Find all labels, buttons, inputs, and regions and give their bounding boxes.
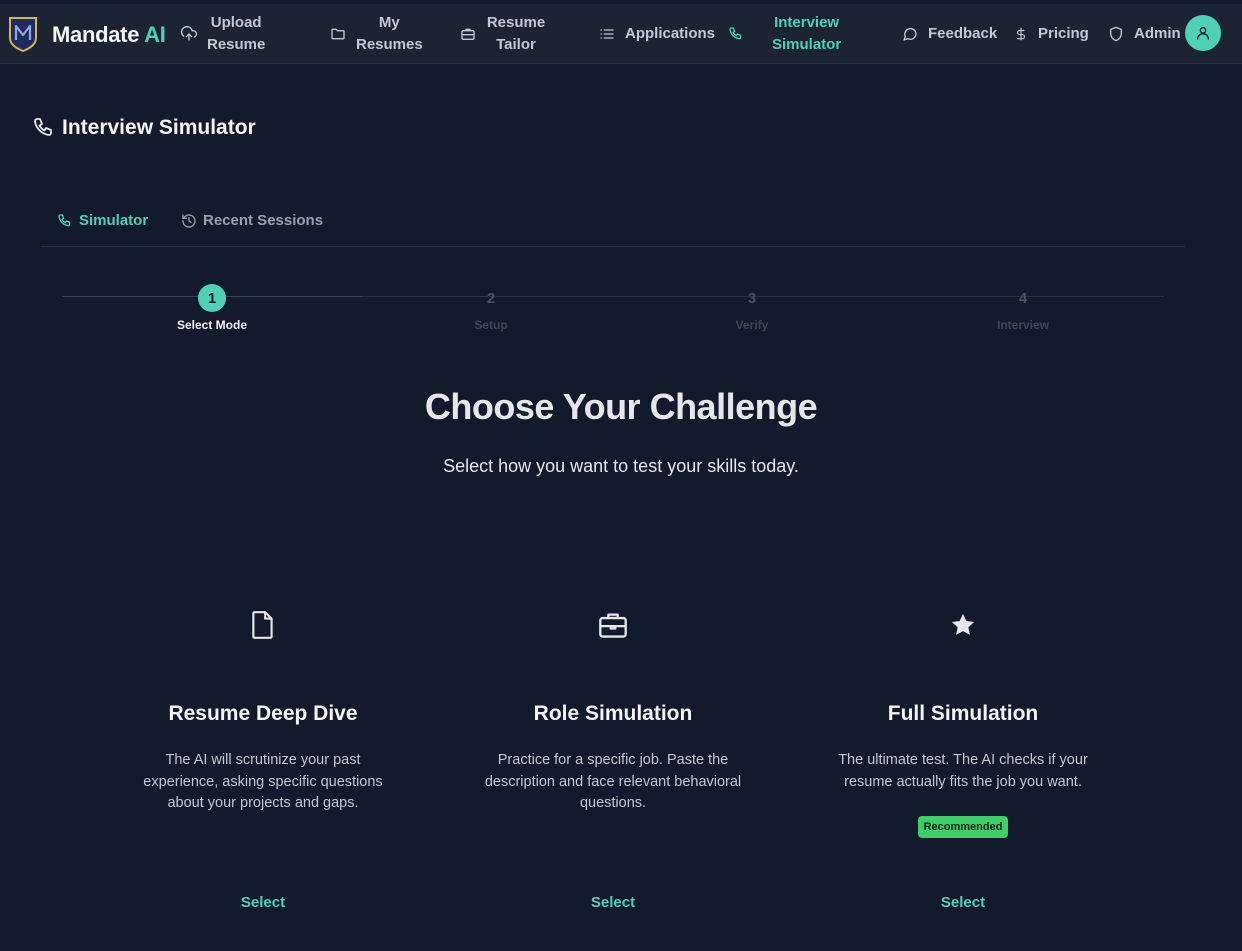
phone-icon: [34, 118, 52, 136]
nav-label: Upload: [210, 14, 262, 31]
nav-label: Feedback: [928, 25, 998, 42]
user-icon: [1197, 27, 1209, 40]
tab-recent-sessions[interactable]: Recent Sessions: [181, 212, 323, 229]
tab-label: Simulator: [79, 212, 149, 229]
message-icon: [903, 27, 917, 41]
nav-pricing[interactable]: Pricing: [1014, 4, 1089, 64]
brand-name[interactable]: Mandate AI: [52, 22, 166, 48]
nav-label: Simulator: [772, 36, 842, 53]
card-description: Practice for a specific job. Paste the d…: [484, 752, 742, 811]
tab-bar: Simulator Recent Sessions: [41, 200, 1185, 247]
step-label: Interview: [996, 318, 1050, 332]
step-label: Setup: [474, 318, 508, 332]
nav-feedback[interactable]: Feedback: [902, 4, 997, 64]
recommended-badge: Recommended: [917, 816, 1009, 838]
step-label: Verify: [735, 318, 769, 332]
nav-label: Interview: [774, 14, 840, 31]
nav-label: Admin: [1134, 25, 1181, 42]
nav-label: Resume: [486, 14, 546, 31]
logo-shield-icon[interactable]: [8, 16, 38, 52]
nav-my-resumes[interactable]: My Resumes: [330, 4, 423, 64]
nav-label: My: [378, 14, 400, 31]
step-verify: 3 Verify: [672, 284, 832, 333]
nav-resume-tailor[interactable]: Resume Tailor: [460, 4, 546, 64]
section-heading: Choose Your Challenge: [424, 386, 818, 427]
nav-admin[interactable]: Admin: [1108, 4, 1181, 64]
nav-upload-resume[interactable]: Upload Resume: [181, 4, 265, 64]
folder-icon: [331, 28, 345, 40]
nav-label: Resumes: [356, 36, 423, 53]
history-icon: [182, 213, 196, 228]
page-title-text: Interview Simulator: [62, 116, 256, 139]
step-label: Select Mode: [176, 318, 248, 332]
star-icon: [951, 613, 975, 635]
step-number: 4: [1018, 289, 1028, 307]
nav-label: Applications: [625, 25, 716, 42]
step-interview: 4 Interview: [943, 284, 1103, 333]
shield-icon: [1110, 26, 1122, 42]
file-icon: [252, 611, 273, 639]
step-number: 1: [198, 284, 226, 312]
page-title: Interview Simulator: [32, 116, 256, 140]
section-subheading: Select how you want to test your skills …: [443, 456, 799, 476]
nav-interview-simulator[interactable]: Interview Simulator: [728, 4, 841, 64]
user-avatar[interactable]: [1185, 15, 1221, 51]
dollar-icon: [1016, 27, 1026, 41]
cloud-upload-icon: [181, 26, 197, 41]
list-icon: [600, 29, 614, 39]
mode-card-resume-deep-dive[interactable]: Resume Deep Dive The AI will scrutinize …: [128, 600, 398, 815]
nav-label: Resume: [207, 36, 266, 53]
nav-label: Pricing: [1038, 25, 1089, 42]
step-setup: 2 Setup: [411, 284, 571, 333]
tab-simulator[interactable]: Simulator: [57, 212, 148, 229]
briefcase-icon: [599, 613, 627, 638]
select-button-full-simulation[interactable]: Select: [863, 894, 1063, 911]
phone-icon: [58, 213, 71, 226]
nav-label: Tailor: [496, 36, 536, 53]
nav-applications[interactable]: Applications: [599, 4, 715, 64]
phone-icon: [729, 27, 742, 40]
select-button-role-simulation[interactable]: Select: [513, 894, 713, 911]
card-description: The AI will scrutinize your past experie…: [143, 752, 383, 811]
step-number: 2: [486, 289, 496, 307]
card-icon-wrap: [128, 600, 398, 650]
tab-label: Recent Sessions: [203, 212, 324, 229]
card-title: Full Simulation: [887, 702, 1039, 725]
select-button-resume-deep-dive[interactable]: Select: [163, 894, 363, 911]
briefcase-icon: [461, 28, 475, 40]
card-title: Resume Deep Dive: [168, 702, 358, 725]
mode-card-role-simulation[interactable]: Role Simulation Practice for a specific …: [478, 600, 748, 815]
card-icon-wrap: [478, 600, 748, 650]
top-navbar: Mandate AI Upload Resume My Resumes Resume…: [0, 4, 1242, 64]
card-description: The ultimate test. The AI checks if your…: [838, 752, 1088, 790]
step-select-mode: 1 Select Mode: [132, 284, 292, 332]
card-icon-wrap: [828, 600, 1098, 650]
mode-card-full-simulation[interactable]: Full Simulation The ultimate test. The A…: [828, 600, 1098, 838]
step-number: 3: [747, 289, 757, 307]
card-title: Role Simulation: [533, 702, 693, 725]
